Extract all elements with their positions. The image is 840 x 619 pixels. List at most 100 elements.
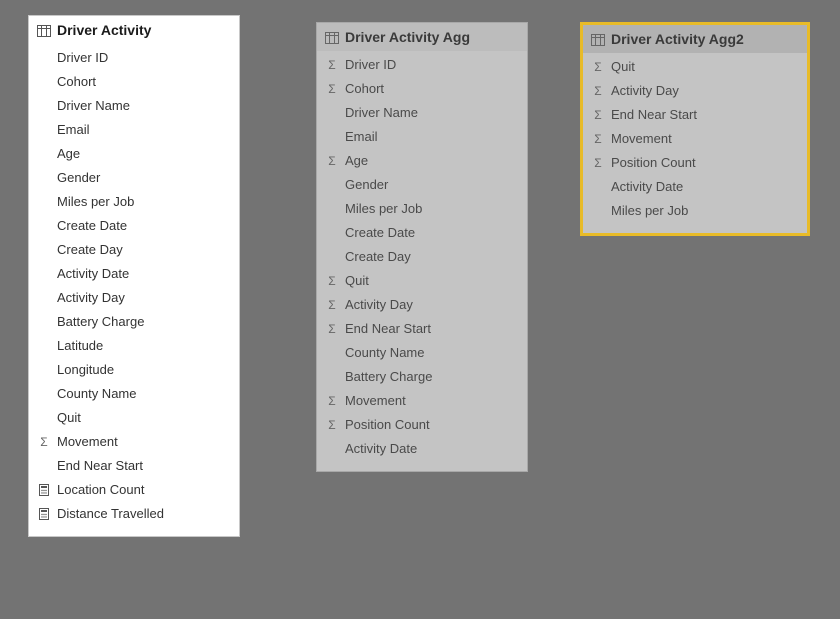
calculator-icon bbox=[36, 483, 52, 497]
field-row[interactable]: ·Gender bbox=[29, 166, 239, 190]
field-row[interactable]: ·Driver Name bbox=[29, 94, 239, 118]
sigma-icon: Σ bbox=[324, 82, 340, 96]
field-row[interactable]: ·Create Date bbox=[29, 214, 239, 238]
calculator-icon bbox=[36, 507, 52, 521]
field-row[interactable]: ·End Near Start bbox=[29, 454, 239, 478]
field-label: Miles per Job bbox=[57, 193, 134, 211]
field-label: Cohort bbox=[57, 73, 96, 91]
sigma-icon: Σ bbox=[590, 156, 606, 170]
field-row[interactable]: ·Battery Charge bbox=[29, 310, 239, 334]
field-label: Movement bbox=[611, 130, 672, 148]
field-label: Driver ID bbox=[345, 56, 396, 74]
table-icon bbox=[37, 24, 51, 36]
field-label: Battery Charge bbox=[57, 313, 144, 331]
field-label: Activity Date bbox=[611, 178, 683, 196]
field-row[interactable]: ·Create Day bbox=[317, 245, 527, 269]
field-label: Quit bbox=[611, 58, 635, 76]
field-row[interactable]: Σ Cohort bbox=[317, 77, 527, 101]
table-card-driver-activity-agg2[interactable]: Driver Activity Agg2 Σ Quit Σ Activity Day… bbox=[580, 22, 810, 236]
field-row[interactable]: ·Age bbox=[29, 142, 239, 166]
field-row[interactable]: ·Activity Date bbox=[29, 262, 239, 286]
field-label: Age bbox=[57, 145, 80, 163]
sigma-icon: Σ bbox=[590, 60, 606, 74]
table-header[interactable]: Driver Activity bbox=[29, 16, 239, 44]
field-row[interactable]: ΣPosition Count bbox=[317, 413, 527, 437]
field-row[interactable]: ΣQuit bbox=[317, 269, 527, 293]
field-label: Gender bbox=[345, 176, 388, 194]
field-label: Cohort bbox=[345, 80, 384, 98]
field-row[interactable]: ·Activity Day bbox=[29, 286, 239, 310]
sigma-icon: Σ bbox=[36, 435, 52, 449]
field-label: Movement bbox=[345, 392, 406, 410]
table-header[interactable]: Driver Activity Agg2 bbox=[583, 25, 807, 53]
sigma-icon: Σ bbox=[324, 394, 340, 408]
field-label: Activity Date bbox=[345, 440, 417, 458]
field-label: End Near Start bbox=[57, 457, 143, 475]
field-label: Latitude bbox=[57, 337, 103, 355]
field-row[interactable]: ·Create Date bbox=[317, 221, 527, 245]
sigma-icon: Σ bbox=[324, 418, 340, 432]
field-row[interactable]: ·Activity Date bbox=[583, 175, 807, 199]
field-label: Create Day bbox=[345, 248, 411, 266]
field-label: Miles per Job bbox=[345, 200, 422, 218]
sigma-icon: Σ bbox=[590, 132, 606, 146]
sigma-icon: Σ bbox=[324, 154, 340, 168]
field-label: Activity Day bbox=[57, 289, 125, 307]
field-row[interactable]: ·Driver Name bbox=[317, 101, 527, 125]
field-label: County Name bbox=[57, 385, 136, 403]
field-label: Create Day bbox=[57, 241, 123, 259]
field-row[interactable]: Distance Travelled bbox=[29, 502, 239, 526]
field-row[interactable]: Location Count bbox=[29, 478, 239, 502]
field-row[interactable]: ΣActivity Day bbox=[317, 293, 527, 317]
field-label: Activity Day bbox=[611, 82, 679, 100]
field-row[interactable]: Σ Movement bbox=[317, 389, 527, 413]
field-row[interactable]: ·Email bbox=[317, 125, 527, 149]
field-row[interactable]: ·Gender bbox=[317, 173, 527, 197]
field-row[interactable]: ·Create Day bbox=[29, 238, 239, 262]
field-row[interactable]: ·Driver ID bbox=[29, 46, 239, 70]
field-row[interactable]: Σ End Near Start bbox=[317, 317, 527, 341]
field-label: Driver Name bbox=[345, 104, 418, 122]
field-row[interactable]: ·County Name bbox=[29, 382, 239, 406]
sigma-icon: Σ bbox=[324, 322, 340, 336]
sigma-icon: Σ bbox=[590, 108, 606, 122]
field-row[interactable]: Σ Movement bbox=[583, 127, 807, 151]
field-row[interactable]: ΣEnd Near Start bbox=[583, 103, 807, 127]
field-label: Distance Travelled bbox=[57, 505, 164, 523]
table-card-driver-activity[interactable]: Driver Activity ·Driver ID ·Cohort ·Driv… bbox=[28, 15, 240, 537]
table-card-driver-activity-agg[interactable]: Driver Activity Agg ΣDriver ID ΣCohort ·… bbox=[316, 22, 528, 472]
table-title: Driver Activity bbox=[57, 22, 151, 38]
field-row[interactable]: ·Longitude bbox=[29, 358, 239, 382]
field-row[interactable]: Σ Position Count bbox=[583, 151, 807, 175]
field-row[interactable]: ·Miles per Job bbox=[29, 190, 239, 214]
field-row[interactable]: ·Battery Charge bbox=[317, 365, 527, 389]
field-list: ΣDriver ID ΣCohort ·Driver Name ·Email Σ… bbox=[317, 51, 527, 471]
table-header[interactable]: Driver Activity Agg bbox=[317, 23, 527, 51]
field-row[interactable]: Σ Age bbox=[317, 149, 527, 173]
field-row[interactable]: ·Quit bbox=[29, 406, 239, 430]
field-row[interactable]: ΣDriver ID bbox=[317, 53, 527, 77]
field-label: Driver Name bbox=[57, 97, 130, 115]
field-row[interactable]: ·Miles per Job bbox=[583, 199, 807, 223]
field-row[interactable]: ·County Name bbox=[317, 341, 527, 365]
field-label: Quit bbox=[345, 272, 369, 290]
field-label: Position Count bbox=[611, 154, 696, 172]
field-row[interactable]: ·Latitude bbox=[29, 334, 239, 358]
field-label: Quit bbox=[57, 409, 81, 427]
field-label: Create Date bbox=[57, 217, 127, 235]
field-label: Activity Date bbox=[57, 265, 129, 283]
field-row[interactable]: ·Activity Date bbox=[317, 437, 527, 461]
field-row[interactable]: Σ Quit bbox=[583, 55, 807, 79]
field-row[interactable]: ·Cohort bbox=[29, 70, 239, 94]
sigma-icon: Σ bbox=[590, 84, 606, 98]
field-row[interactable]: ·Miles per Job bbox=[317, 197, 527, 221]
field-label: Longitude bbox=[57, 361, 114, 379]
field-label: End Near Start bbox=[345, 320, 431, 338]
table-icon bbox=[325, 31, 339, 43]
field-label: Gender bbox=[57, 169, 100, 187]
field-row[interactable]: ·Email bbox=[29, 118, 239, 142]
field-label: Age bbox=[345, 152, 368, 170]
field-label: Location Count bbox=[57, 481, 144, 499]
field-row[interactable]: Σ Activity Day bbox=[583, 79, 807, 103]
field-row[interactable]: ΣMovement bbox=[29, 430, 239, 454]
